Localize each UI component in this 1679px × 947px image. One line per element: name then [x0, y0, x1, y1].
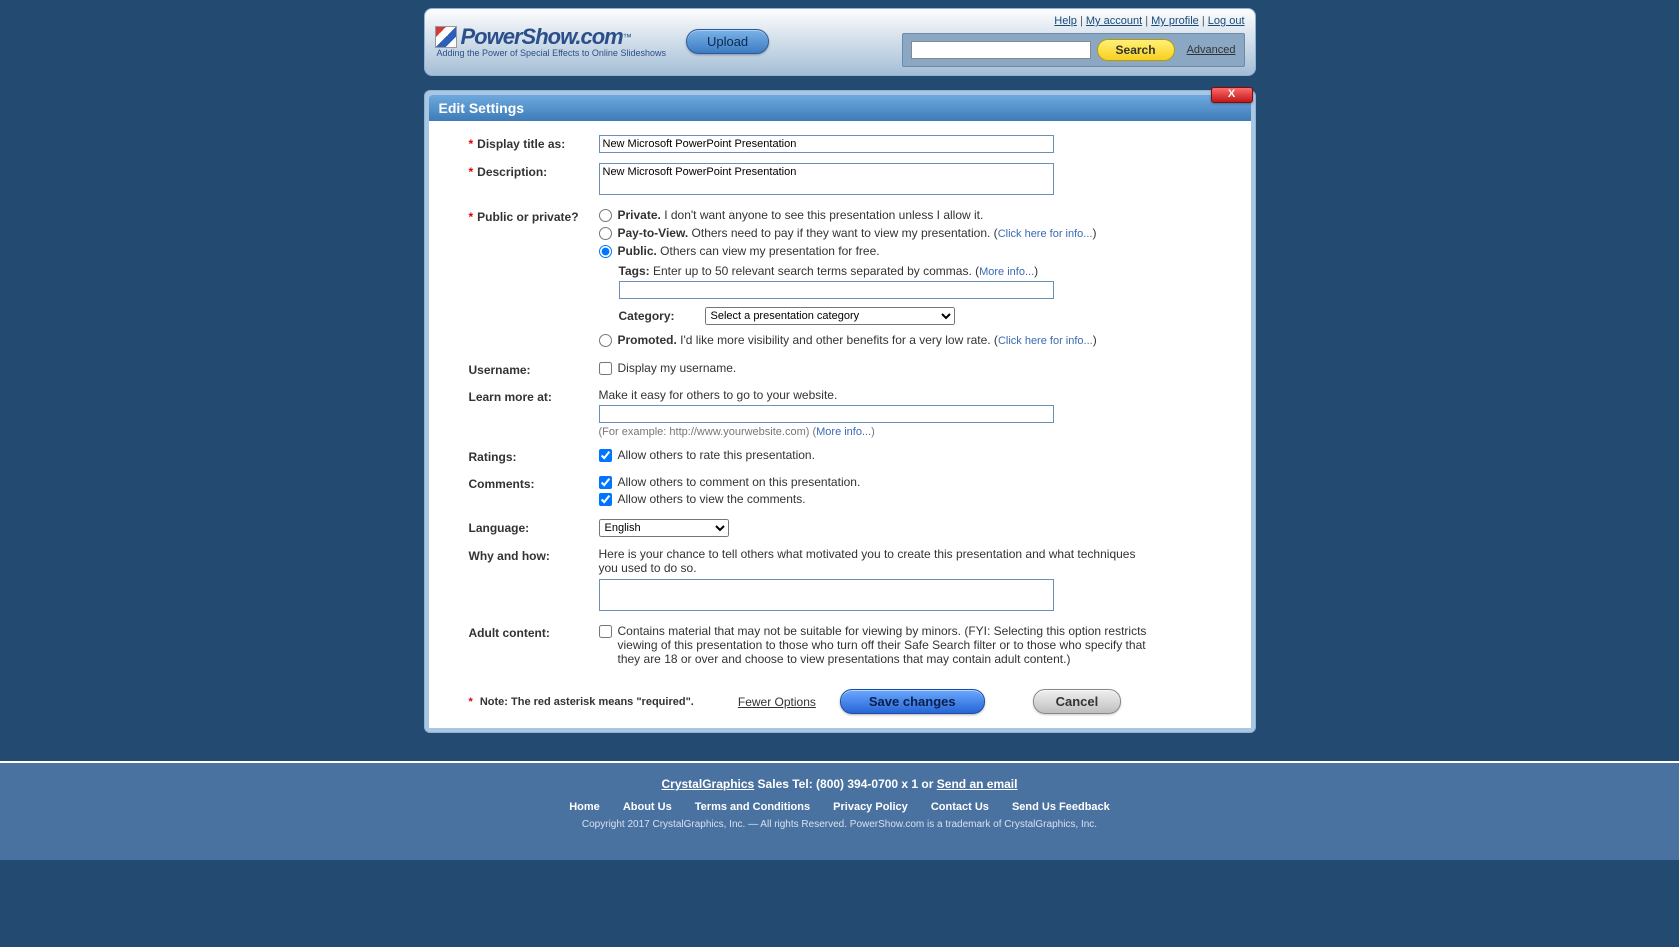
checkbox-ratings[interactable]	[599, 449, 612, 462]
cancel-button[interactable]: Cancel	[1033, 689, 1122, 714]
label-learn-more: Learn more at:	[469, 390, 552, 404]
fewer-options-link[interactable]: Fewer Options	[738, 695, 816, 709]
pay-info-link[interactable]: Click here for info...	[998, 228, 1093, 240]
checkbox-adult[interactable]	[599, 625, 612, 638]
footer-link-feedback[interactable]: Send Us Feedback	[1012, 801, 1110, 813]
footer: CrystalGraphics Sales Tel: (800) 394-070…	[0, 763, 1679, 860]
footer-copyright: Copyright 2017 CrystalGraphics, Inc. — A…	[0, 819, 1679, 830]
footer-link-privacy[interactable]: Privacy Policy	[833, 801, 908, 813]
footer-link-terms[interactable]: Terms and Conditions	[695, 801, 810, 813]
label-adult: Adult content:	[469, 626, 550, 640]
required-note: * Note: The red asterisk means "required…	[469, 696, 694, 708]
settings-panel: Edit Settings X *Display title as: *Desc…	[424, 90, 1256, 733]
allow-comment-label: Allow others to comment on this presenta…	[618, 475, 861, 489]
footer-email-link[interactable]: Send an email	[937, 777, 1018, 791]
label-language: Language:	[469, 521, 530, 535]
language-select[interactable]: English	[599, 519, 729, 537]
private-label: Private. I don't want anyone to see this…	[618, 208, 984, 222]
panel-title: Edit Settings	[439, 100, 525, 116]
tags-info-link[interactable]: More info...	[979, 266, 1034, 278]
label-description: Description:	[477, 165, 547, 179]
public-label: Public. Others can view my presentation …	[618, 244, 880, 258]
search-button[interactable]: Search	[1097, 39, 1175, 61]
promoted-info-link[interactable]: Click here for info...	[998, 335, 1093, 347]
footer-sales: Sales Tel: (800) 394-0700 x 1 or	[754, 777, 937, 791]
footer-link-about[interactable]: About Us	[623, 801, 672, 813]
radio-promoted[interactable]	[599, 334, 612, 347]
panel-title-bar: Edit Settings X	[429, 95, 1251, 121]
checkbox-username[interactable]	[599, 362, 612, 375]
radio-private[interactable]	[599, 209, 612, 222]
top-links: Help | My account | My profile | Log out	[1054, 15, 1244, 27]
checkbox-allow-comment[interactable]	[599, 476, 612, 489]
link-my-account[interactable]: My account	[1086, 15, 1142, 27]
header-bar: PowerShow.com ™ Adding the Power of Spec…	[424, 8, 1256, 76]
close-button[interactable]: X	[1211, 87, 1253, 103]
tags-label: Tags: Enter up to 50 relevant search ter…	[619, 264, 1039, 278]
display-title-input[interactable]	[599, 135, 1054, 153]
footer-links: Home About Us Terms and Conditions Priva…	[0, 801, 1679, 813]
ratings-check-label: Allow others to rate this presentation.	[618, 448, 815, 462]
logo-text: PowerShow.com	[461, 24, 623, 50]
radio-pay[interactable]	[599, 227, 612, 240]
footer-link-contact[interactable]: Contact Us	[931, 801, 989, 813]
learn-more-example: (For example: http://www.yourwebsite.com…	[599, 426, 1211, 438]
label-ratings: Ratings:	[469, 450, 517, 464]
pay-label: Pay-to-View. Others need to pay if they …	[618, 226, 1097, 240]
logo[interactable]: PowerShow.com ™ Adding the Power of Spec…	[435, 24, 666, 58]
website-input[interactable]	[599, 405, 1054, 423]
footer-cg-link[interactable]: CrystalGraphics	[662, 777, 755, 791]
username-check-label: Display my username.	[618, 361, 737, 375]
label-privacy: Public or private?	[477, 210, 578, 224]
checkbox-view-comments[interactable]	[599, 493, 612, 506]
logo-tm: ™	[623, 32, 632, 42]
category-label: Category:	[619, 309, 675, 323]
link-my-profile[interactable]: My profile	[1151, 15, 1199, 27]
label-display-title: Display title as:	[477, 137, 565, 151]
adult-text: Contains material that may not be suitab…	[618, 624, 1158, 666]
upload-button[interactable]: Upload	[686, 29, 769, 54]
description-input[interactable]: New Microsoft PowerPoint Presentation	[599, 163, 1054, 195]
website-info-link[interactable]: More info...	[816, 426, 871, 438]
link-log-out[interactable]: Log out	[1208, 15, 1245, 27]
learn-more-hint: Make it easy for others to go to your we…	[599, 388, 1211, 402]
save-button[interactable]: Save changes	[840, 689, 985, 714]
label-comments: Comments:	[469, 477, 535, 491]
why-input[interactable]	[599, 579, 1054, 611]
link-help[interactable]: Help	[1054, 15, 1077, 27]
search-input[interactable]	[911, 41, 1091, 59]
label-username: Username:	[469, 363, 531, 377]
advanced-link[interactable]: Advanced	[1187, 44, 1236, 56]
radio-public[interactable]	[599, 245, 612, 258]
label-why: Why and how:	[469, 549, 550, 563]
logo-subtitle: Adding the Power of Special Effects to O…	[437, 48, 666, 58]
promoted-label: Promoted. I'd like more visibility and o…	[618, 333, 1097, 347]
search-bar: Search Advanced	[902, 33, 1245, 67]
logo-icon	[435, 26, 457, 48]
footer-link-home[interactable]: Home	[569, 801, 600, 813]
why-hint: Here is your chance to tell others what …	[599, 547, 1139, 575]
category-select[interactable]: Select a presentation category	[705, 307, 955, 325]
tags-input[interactable]	[619, 281, 1054, 299]
view-comments-label: Allow others to view the comments.	[618, 492, 806, 506]
